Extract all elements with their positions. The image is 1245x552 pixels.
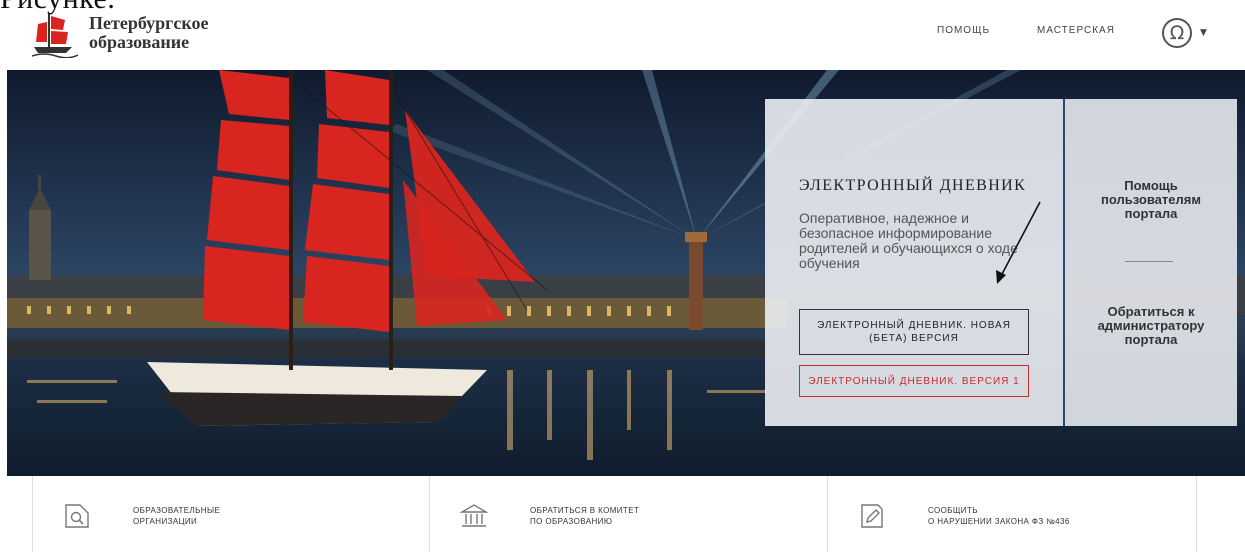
document-search-icon: [65, 504, 89, 528]
link-report-violation[interactable]: СООБЩИТЬ О НАРУШЕНИИ ЗАКОНА ФЗ №436: [827, 476, 1197, 552]
logo-text: Петербургское образование: [89, 14, 208, 52]
bottom-label: СООБЩИТЬ О НАРУШЕНИИ ЗАКОНА ФЗ №436: [928, 505, 1070, 527]
nav-help-link[interactable]: ПОМОЩЬ: [937, 25, 990, 36]
bottom-label-line-1: ОБРАЗОВАТЕЛЬНЫЕ: [133, 506, 221, 515]
institution-icon: [460, 504, 488, 527]
edit-document-icon: [861, 504, 883, 528]
link-educational-organizations[interactable]: ОБРАЗОВАТЕЛЬНЫЕ ОРГАНИЗАЦИИ: [33, 476, 429, 552]
hero-banner: ЭЛЕКТРОННЫЙ ДНЕВНИК Оперативное, надежно…: [7, 70, 1245, 476]
bottom-label-line-2: ОРГАНИЗАЦИИ: [133, 517, 198, 526]
bottom-label: ОБРАЗОВАТЕЛЬНЫЕ ОРГАНИЗАЦИИ: [133, 505, 220, 527]
nav-workshop-link[interactable]: МАСТЕРСКАЯ: [1037, 25, 1115, 36]
chevron-down-icon: ▼: [1200, 28, 1207, 38]
annotation-arrow: [996, 201, 1041, 284]
bottom-label-line-2: О НАРУШЕНИИ ЗАКОНА ФЗ №436: [928, 517, 1070, 526]
link-contact-committee[interactable]: ОБРАТИТЬСЯ В КОМИТЕТ ПО ОБРАЗОВАНИЮ: [429, 476, 827, 552]
logo-line-2: образование: [89, 32, 190, 52]
logo-line-1: Петербургское: [89, 13, 209, 33]
bottom-label: ОБРАТИТЬСЯ В КОМИТЕТ ПО ОБРАЗОВАНИЮ: [530, 505, 639, 527]
bottom-label-line-2: ПО ОБРАЗОВАНИЮ: [530, 517, 613, 526]
site-logo[interactable]: Петербургское образование: [32, 12, 252, 58]
ship-logo-icon: [32, 14, 78, 58]
bottom-label-line-1: СООБЩИТЬ: [928, 506, 978, 515]
bottom-links: ОБРАЗОВАТЕЛЬНЫЕ ОРГАНИЗАЦИИ ОБРАТИТЬСЯ В…: [32, 476, 1197, 552]
bottom-label-line-1: ОБРАТИТЬСЯ В КОМИТЕТ: [530, 506, 640, 515]
user-menu-button[interactable]: Ω ▼: [1160, 16, 1218, 52]
user-circle-icon: Ω: [1162, 18, 1192, 48]
site-header: Петербургское образование ПОМОЩЬ МАСТЕРС…: [0, 0, 1245, 70]
